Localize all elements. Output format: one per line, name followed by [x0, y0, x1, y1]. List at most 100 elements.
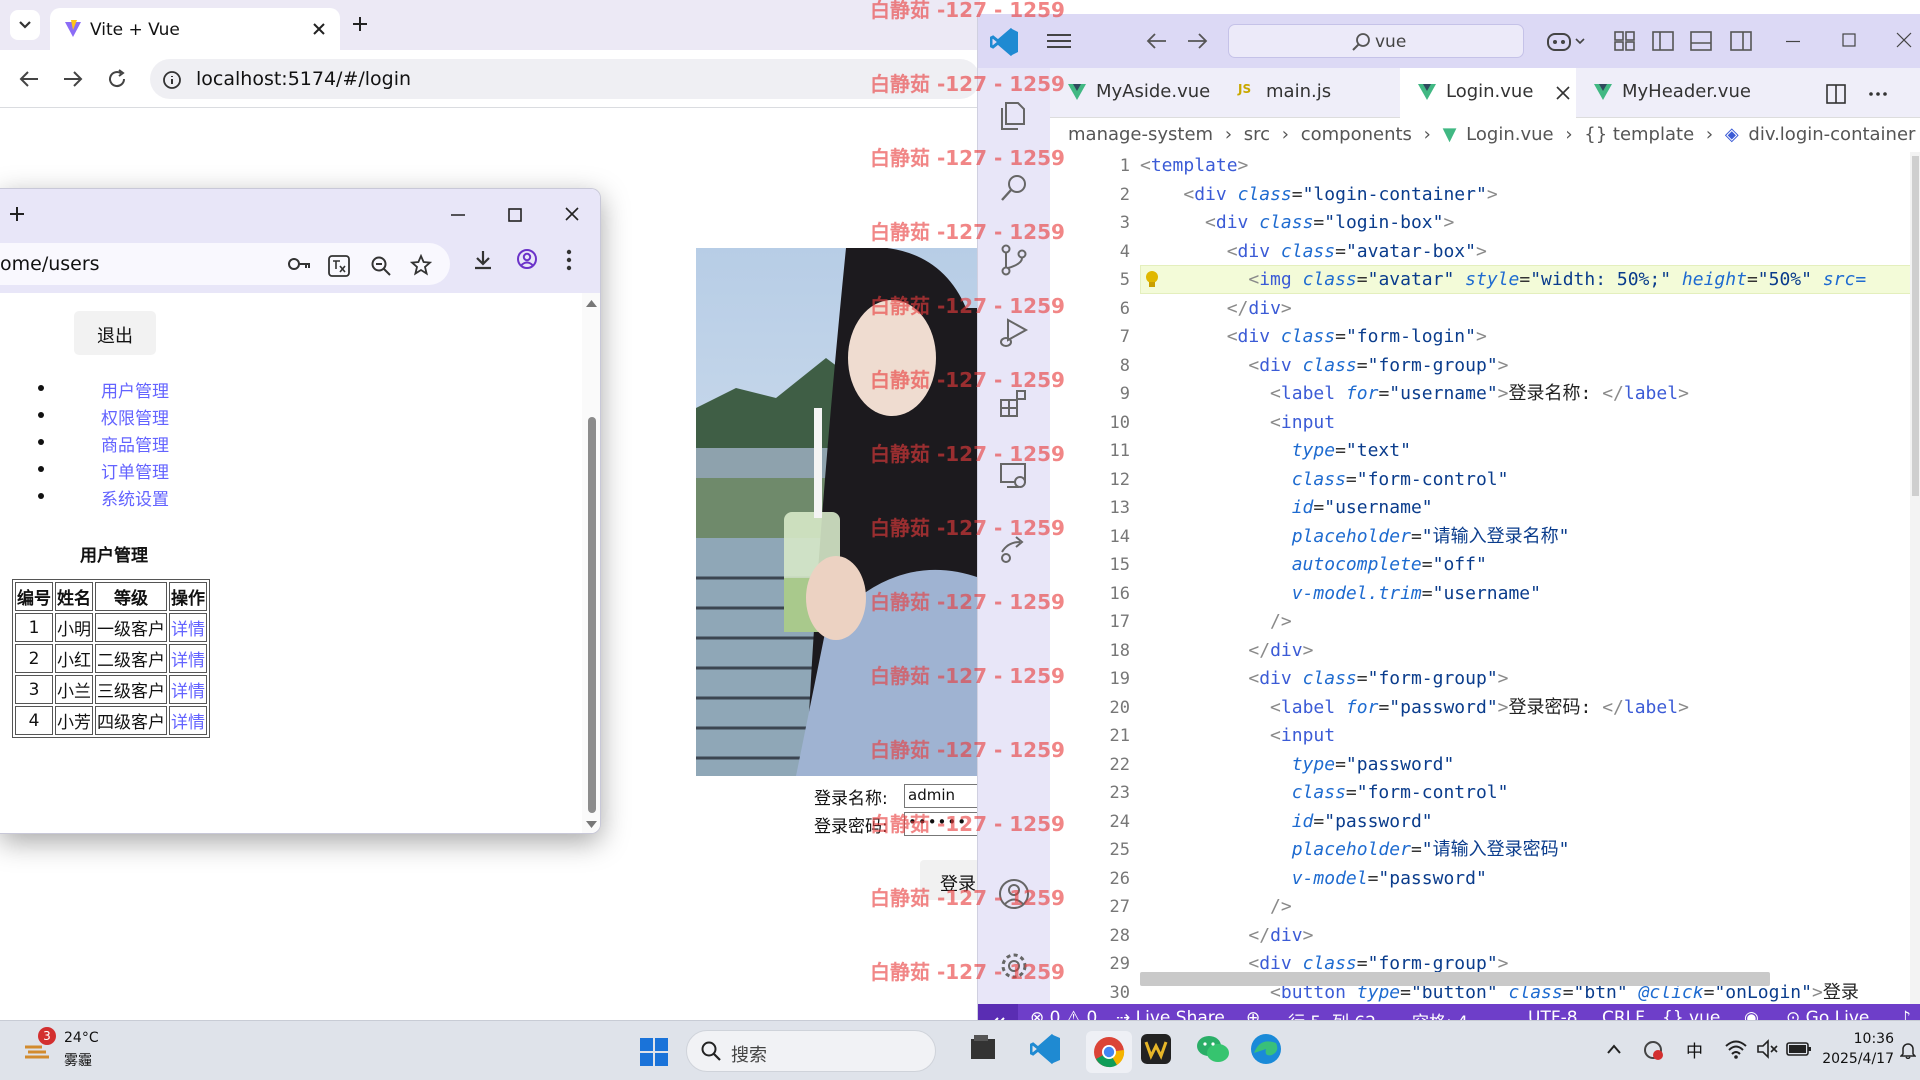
vscode-app-icon[interactable]: [1030, 1033, 1062, 1065]
address-bar[interactable]: localhost:5174/#/login: [150, 59, 980, 99]
details-link[interactable]: 详情: [169, 613, 207, 642]
vertical-scrollbar[interactable]: [1910, 152, 1920, 1004]
new-tab-icon[interactable]: [350, 14, 370, 34]
scrollbar[interactable]: [582, 293, 601, 833]
volume-muted-icon[interactable]: [1756, 1039, 1780, 1059]
explorer-icon[interactable]: [998, 100, 1030, 132]
run-debug-icon[interactable]: [998, 316, 1030, 348]
scrollbar-thumb[interactable]: [1912, 156, 1919, 496]
details-link[interactable]: 详情: [169, 644, 207, 673]
edge-app-icon[interactable]: [1250, 1033, 1282, 1065]
breadcrumb-item[interactable]: src: [1244, 124, 1270, 145]
menu-item-permissions[interactable]: 权限管理: [36, 404, 236, 429]
zoom-out-icon[interactable]: [370, 255, 392, 277]
back-arrow-icon[interactable]: [1146, 32, 1168, 50]
chevron-up-icon[interactable]: [1606, 1043, 1622, 1055]
details-link[interactable]: 详情: [169, 675, 207, 704]
scroll-up-icon[interactable]: [582, 295, 601, 311]
breadcrumb-item[interactable]: div.login-container: [1748, 124, 1915, 145]
minimize-icon[interactable]: [450, 213, 466, 217]
more-actions-icon[interactable]: [1868, 84, 1888, 104]
search-placeholder: 搜索: [731, 1045, 767, 1066]
tab-myaside[interactable]: MyAside.vue: [1050, 68, 1220, 118]
new-tab-icon[interactable]: [8, 205, 26, 223]
code-editor[interactable]: 1 2 3 4 5 6 7 8 9 10 11 12 13 14 15 16 17 18 19 20 21 22 23 24 2…: [1050, 152, 1920, 1004]
minimize-icon[interactable]: [1786, 40, 1800, 43]
wechat-app-icon[interactable]: [1196, 1033, 1230, 1065]
menu-item-settings[interactable]: 系统设置: [36, 485, 236, 510]
customize-layout-icon[interactable]: [1614, 31, 1636, 51]
menu-item-users[interactable]: 用户管理: [36, 377, 236, 402]
wifi-icon[interactable]: [1724, 1039, 1748, 1059]
tab-myheader[interactable]: MyHeader.vue: [1576, 68, 1756, 118]
maximize-icon[interactable]: [507, 207, 523, 223]
tab-label: MyAside.vue: [1096, 81, 1211, 102]
menu-icon[interactable]: [1046, 32, 1072, 50]
vscode-window: vue MyAside.vue JS main.js Login.vue MyH…: [977, 14, 1920, 1034]
code-line: <input: [1270, 411, 1336, 433]
username-input[interactable]: admin: [904, 784, 984, 808]
details-link[interactable]: 详情: [169, 706, 207, 735]
forward-arrow-icon[interactable]: [62, 68, 84, 90]
table-row: 3 小兰 三级客户 详情: [15, 675, 207, 704]
code-line: />: [1270, 611, 1292, 632]
maximize-icon[interactable]: [1842, 33, 1856, 47]
input-method-indicator[interactable]: 中: [1686, 1037, 1703, 1062]
split-editor-icon[interactable]: [1826, 84, 1846, 104]
file-explorer-app-icon[interactable]: [968, 1033, 998, 1063]
scrollbar-thumb[interactable]: [588, 417, 596, 813]
chrome-app-icon[interactable]: [1086, 1031, 1132, 1073]
translate-icon[interactable]: [328, 255, 350, 277]
horizontal-scrollbar[interactable]: [1140, 972, 1770, 986]
password-key-icon[interactable]: [288, 257, 312, 271]
code-line: <div class="form-group">: [1248, 668, 1509, 689]
security-app-icon[interactable]: [1642, 1039, 1664, 1061]
watermark-text: 白静茹 -127 - 1259: [870, 220, 1065, 244]
breadcrumb-item[interactable]: Login.vue: [1466, 124, 1553, 145]
close-icon[interactable]: [564, 206, 580, 222]
more-menu-icon[interactable]: [566, 249, 572, 271]
wps-app-icon[interactable]: [1140, 1033, 1172, 1065]
close-icon[interactable]: [1556, 86, 1570, 100]
source-control-icon[interactable]: [998, 244, 1030, 276]
notification-bell-icon[interactable]: [1900, 1041, 1916, 1059]
cell-id: 1: [15, 613, 53, 642]
logout-button[interactable]: 退出: [74, 311, 156, 355]
close-icon[interactable]: [1896, 32, 1912, 48]
clock-date[interactable]: 2025/4/17: [1808, 1051, 1894, 1067]
browser-tab-strip: Vite + Vue: [0, 0, 980, 50]
line-number: 20: [1109, 697, 1130, 718]
reload-icon[interactable]: [106, 68, 128, 90]
taskbar-search[interactable]: 搜索: [686, 1030, 936, 1072]
copilot-icon[interactable]: [1546, 30, 1586, 52]
clock-time[interactable]: 10:36: [1834, 1031, 1894, 1047]
line-number: 28: [1109, 925, 1130, 946]
toggle-primary-sidebar-icon[interactable]: [1652, 31, 1674, 51]
tab-login-vue[interactable]: Login.vue: [1400, 68, 1576, 118]
table-row: 2 小红 二级客户 详情: [15, 644, 207, 673]
breadcrumb-item[interactable]: manage-system: [1068, 124, 1213, 145]
search-icon[interactable]: [998, 172, 1030, 204]
toggle-panel-icon[interactable]: [1690, 31, 1712, 51]
download-icon[interactable]: [472, 249, 494, 271]
bookmark-star-icon[interactable]: [410, 254, 432, 276]
watermark-text: 白静茹 -127 - 1259: [870, 72, 1065, 96]
tab-main-js[interactable]: JS main.js: [1220, 68, 1400, 118]
scroll-down-icon[interactable]: [582, 817, 601, 833]
breadcrumb-item[interactable]: components: [1301, 124, 1412, 145]
forward-arrow-icon[interactable]: [1186, 32, 1208, 50]
back-arrow-icon[interactable]: [18, 68, 40, 90]
command-center-search[interactable]: vue: [1228, 24, 1524, 58]
windows-start-icon[interactable]: [640, 1038, 668, 1066]
popup-browser-window: ome/users 退出 用户管理 权限管理 商品管理 订单管理 系统设置 用户…: [0, 188, 601, 834]
breadcrumb-item[interactable]: {} template: [1584, 124, 1694, 145]
menu-item-orders[interactable]: 订单管理: [36, 458, 236, 483]
tab-search-button[interactable]: [10, 10, 40, 40]
browser-tab[interactable]: Vite + Vue: [50, 8, 340, 50]
address-bar[interactable]: ome/users: [0, 243, 450, 285]
menu-item-products[interactable]: 商品管理: [36, 431, 236, 456]
toggle-secondary-sidebar-icon[interactable]: [1730, 31, 1752, 51]
profile-icon[interactable]: [516, 248, 538, 270]
site-info-icon[interactable]: [162, 70, 182, 90]
close-icon[interactable]: [312, 22, 326, 36]
